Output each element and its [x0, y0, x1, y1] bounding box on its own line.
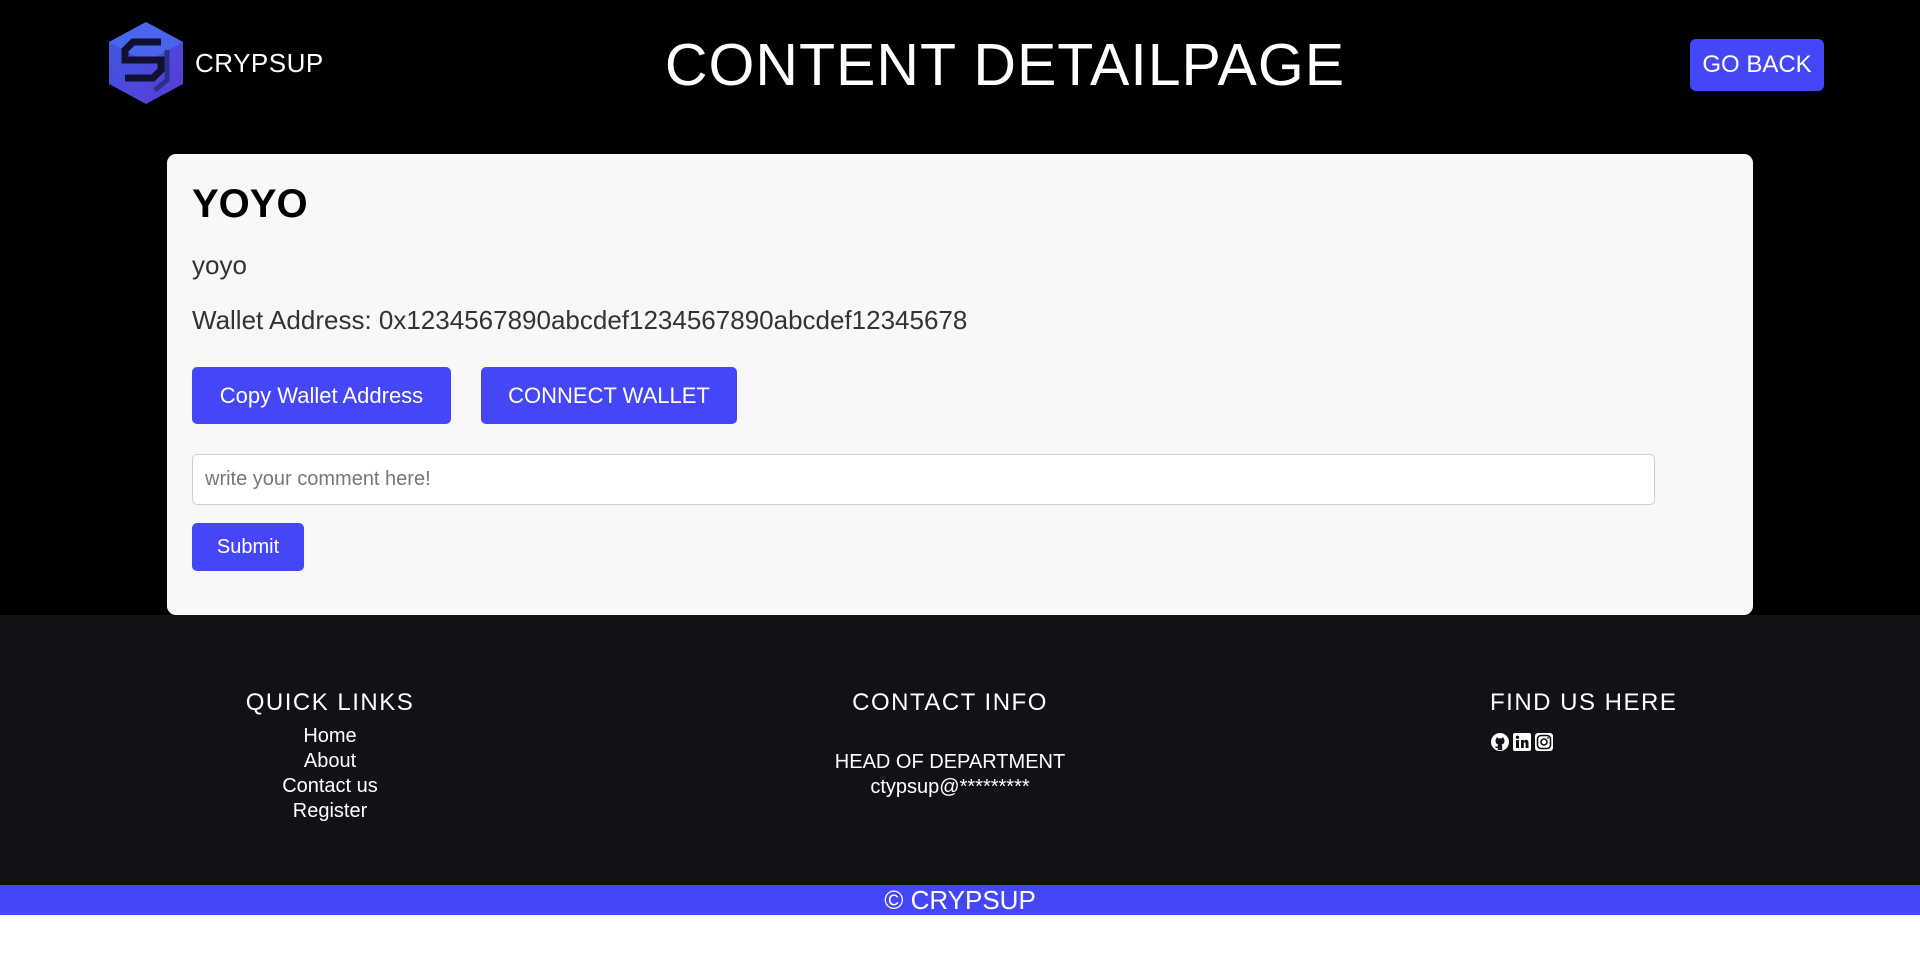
content-title: YOYO [192, 182, 308, 226]
linkedin-icon[interactable] [1512, 732, 1532, 752]
quick-links-heading: QUICK LINKS [245, 689, 415, 716]
footer-link-home[interactable]: Home [303, 725, 356, 747]
go-back-button[interactable]: GO BACK [1690, 39, 1824, 91]
copy-wallet-address-button[interactable]: Copy Wallet Address [192, 367, 451, 424]
page-title: CONTENT DETAILPAGE [664, 32, 1346, 98]
quick-links-list: Home About Contact us Register [230, 724, 430, 824]
copyright-bar: © CRYPSUP [0, 885, 1920, 915]
contact-email: ctypsup@********* [870, 776, 1030, 798]
content-description: yoyo [192, 250, 247, 280]
footer-link-about[interactable]: About [304, 750, 356, 772]
submit-button[interactable]: Submit [192, 523, 304, 571]
contact-role: HEAD OF DEPARTMENT [834, 751, 1066, 773]
footer-link-contact-us[interactable]: Contact us [282, 775, 378, 797]
connect-wallet-button[interactable]: CONNECT WALLET [481, 367, 737, 424]
contact-info-heading: CONTACT INFO [852, 689, 1048, 716]
instagram-icon[interactable] [1534, 732, 1554, 752]
content-card: YOYO yoyo Wallet Address: 0x1234567890ab… [167, 154, 1753, 615]
social-links [1490, 732, 1710, 752]
find-us-heading: FIND US HERE [1490, 689, 1678, 716]
find-us-section: FIND US HERE [1490, 688, 1710, 752]
quick-links-section: QUICK LINKS Home About Contact us Regist… [230, 688, 430, 824]
contact-info-section: CONTACT INFO HEAD OF DEPARTMENT ctypsup@… [800, 688, 1100, 800]
header-section: CRYPSUP CONTENT DETAILPAGE GO BACK YOYO … [0, 0, 1920, 615]
footer-link-register[interactable]: Register [293, 800, 367, 822]
footer: QUICK LINKS Home About Contact us Regist… [0, 615, 1920, 885]
github-icon[interactable] [1490, 732, 1510, 752]
wallet-address: Wallet Address: 0x1234567890abcdef123456… [192, 305, 968, 335]
comment-input[interactable] [192, 454, 1655, 505]
